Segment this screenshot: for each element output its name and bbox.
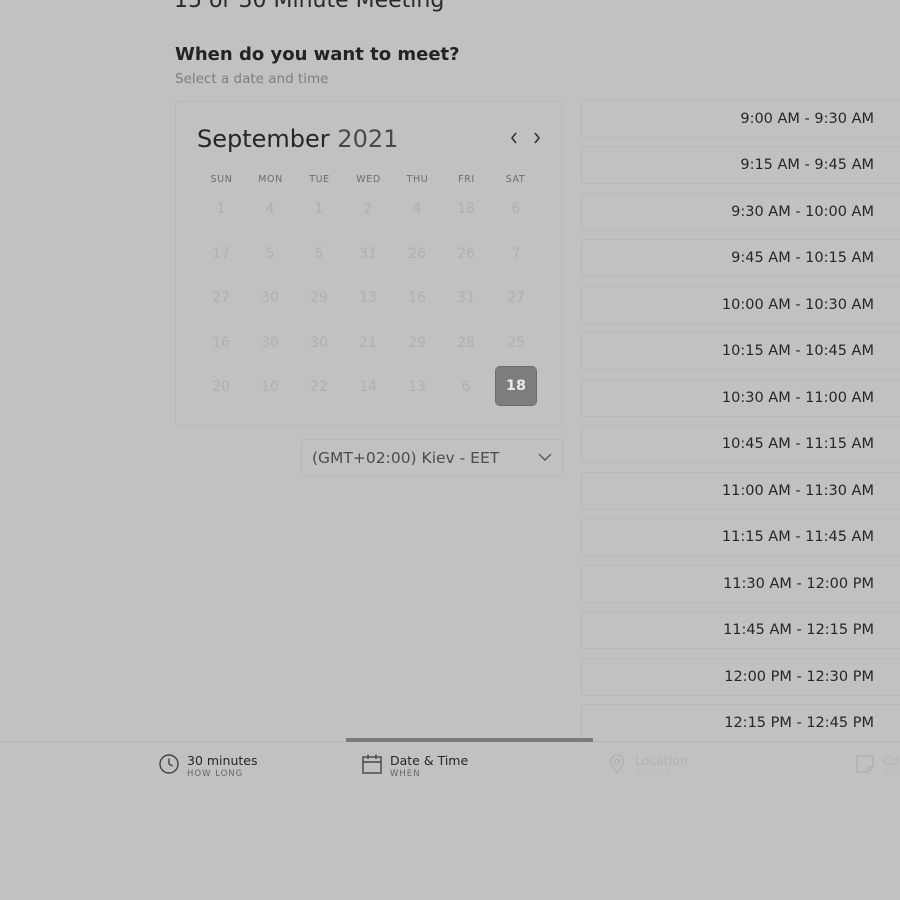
calendar-day: 13	[359, 290, 377, 306]
time-slot-button[interactable]: 12:00 PM - 12:30 PM	[581, 658, 900, 696]
calendar-day: 6	[511, 201, 521, 217]
calendar-day: 6	[461, 379, 471, 395]
step-duration-sub: HOW LONG	[187, 769, 244, 779]
time-slot-button[interactable]: 11:15 AM - 11:45 AM	[581, 518, 900, 556]
step-confirm[interactable]: Co WH	[854, 753, 900, 781]
weekday-thu: THU	[406, 174, 429, 185]
step-duration[interactable]: 30 minutes HOW LONG	[158, 753, 257, 781]
time-slot-button[interactable]: 10:15 AM - 10:45 AM	[581, 332, 900, 370]
calendar-day: 22	[310, 379, 328, 395]
calendar-day: 16	[212, 335, 230, 351]
calendar-day: 28	[457, 335, 475, 351]
calendar-day: 31	[359, 246, 377, 262]
calendar-day: 14	[359, 379, 377, 395]
timezone-label: (GMT+02:00) Kiev - EET	[312, 448, 500, 467]
weekday-sat: SAT	[505, 174, 526, 185]
weekday-fri: FRI	[458, 174, 475, 185]
prev-month-button[interactable]	[504, 126, 524, 150]
time-slot-button[interactable]: 9:00 AM - 9:30 AM	[581, 100, 900, 138]
time-slot-button[interactable]: 11:00 AM - 11:30 AM	[581, 472, 900, 510]
calendar-day: 25	[507, 335, 525, 351]
calendar-day: 5	[314, 246, 324, 262]
calendar-day: 7	[511, 246, 521, 262]
calendar-day: 30	[261, 335, 279, 351]
calendar-day: 17	[212, 246, 230, 262]
calendar-day: 20	[212, 379, 230, 395]
calendar-day: 1	[314, 201, 324, 217]
step-date-time-label: Date & Time	[390, 753, 469, 768]
calendar-day: 5	[265, 246, 275, 262]
calendar-day: 30	[261, 290, 279, 306]
time-slot-button[interactable]: 9:30 AM - 10:00 AM	[581, 193, 900, 231]
calendar-day: 29	[310, 290, 328, 306]
calendar: September 2021 SUN MON TUE WED THU FRI S…	[175, 101, 562, 426]
calendar-day: 31	[457, 290, 475, 306]
time-slot-button[interactable]: 11:45 AM - 12:15 PM	[581, 611, 900, 649]
weekday-mon: MON	[258, 174, 283, 185]
calendar-day: 26	[408, 246, 426, 262]
calendar-day: 4	[265, 201, 275, 217]
step-location[interactable]: Location WHERE	[606, 753, 688, 781]
question-heading: When do you want to meet?	[175, 44, 460, 65]
time-slot-button[interactable]: 12:15 PM - 12:45 PM	[581, 704, 900, 742]
step-duration-label: 30 minutes	[187, 753, 258, 768]
time-slot-button[interactable]: 11:30 AM - 12:00 PM	[581, 565, 900, 603]
calendar-day: 10	[261, 379, 279, 395]
page-title: 15 or 30 Minute Meeting	[174, 0, 445, 13]
calendar-day: 26	[457, 246, 475, 262]
calendar-day: 18	[457, 201, 475, 217]
selected-day-button[interactable]: 18	[495, 366, 537, 406]
clock-icon	[159, 754, 179, 774]
weekday-sun: SUN	[210, 174, 233, 185]
step-confirm-sub: WH	[883, 769, 900, 779]
step-date-time[interactable]: Date & Time WHEN	[361, 753, 468, 781]
calendar-day: 30	[310, 335, 328, 351]
calendar-icon	[362, 754, 382, 774]
time-slot-button[interactable]: 10:00 AM - 10:30 AM	[581, 286, 900, 324]
time-slot-button[interactable]: 9:15 AM - 9:45 AM	[581, 146, 900, 184]
calendar-year: 2021	[337, 125, 399, 153]
weekday-wed: WED	[356, 174, 381, 185]
calendar-day: 27	[212, 290, 230, 306]
calendar-day: 21	[359, 335, 377, 351]
step-location-sub: WHERE	[635, 769, 672, 779]
time-slot-button[interactable]: 10:45 AM - 11:15 AM	[581, 425, 900, 463]
calendar-day: 4	[412, 201, 422, 217]
step-progress-indicator	[346, 738, 593, 742]
calendar-day: 1	[216, 201, 226, 217]
step-date-time-sub: WHEN	[390, 769, 421, 779]
calendar-day: 13	[408, 379, 426, 395]
chevron-left-icon	[510, 132, 517, 144]
calendar-day: 29	[408, 335, 426, 351]
time-slot-button[interactable]: 9:45 AM - 10:15 AM	[581, 239, 900, 277]
calendar-day: 2	[363, 201, 373, 217]
calendar-day: 27	[507, 290, 525, 306]
time-slot-button[interactable]: 10:30 AM - 11:00 AM	[581, 379, 900, 417]
chevron-down-icon	[538, 453, 552, 461]
step-location-label: Location	[635, 753, 688, 768]
calendar-month-year: September 2021	[197, 125, 398, 153]
calendar-day: 16	[408, 290, 426, 306]
location-pin-icon	[609, 754, 625, 775]
note-icon	[856, 755, 874, 773]
step-confirm-label: Co	[883, 753, 900, 768]
timezone-select[interactable]: (GMT+02:00) Kiev - EET	[301, 439, 563, 476]
chevron-right-icon	[534, 132, 541, 144]
calendar-month: September	[197, 125, 330, 153]
weekday-tue: TUE	[309, 174, 330, 185]
question-subtitle: Select a date and time	[175, 71, 329, 87]
next-month-button[interactable]	[527, 126, 547, 150]
